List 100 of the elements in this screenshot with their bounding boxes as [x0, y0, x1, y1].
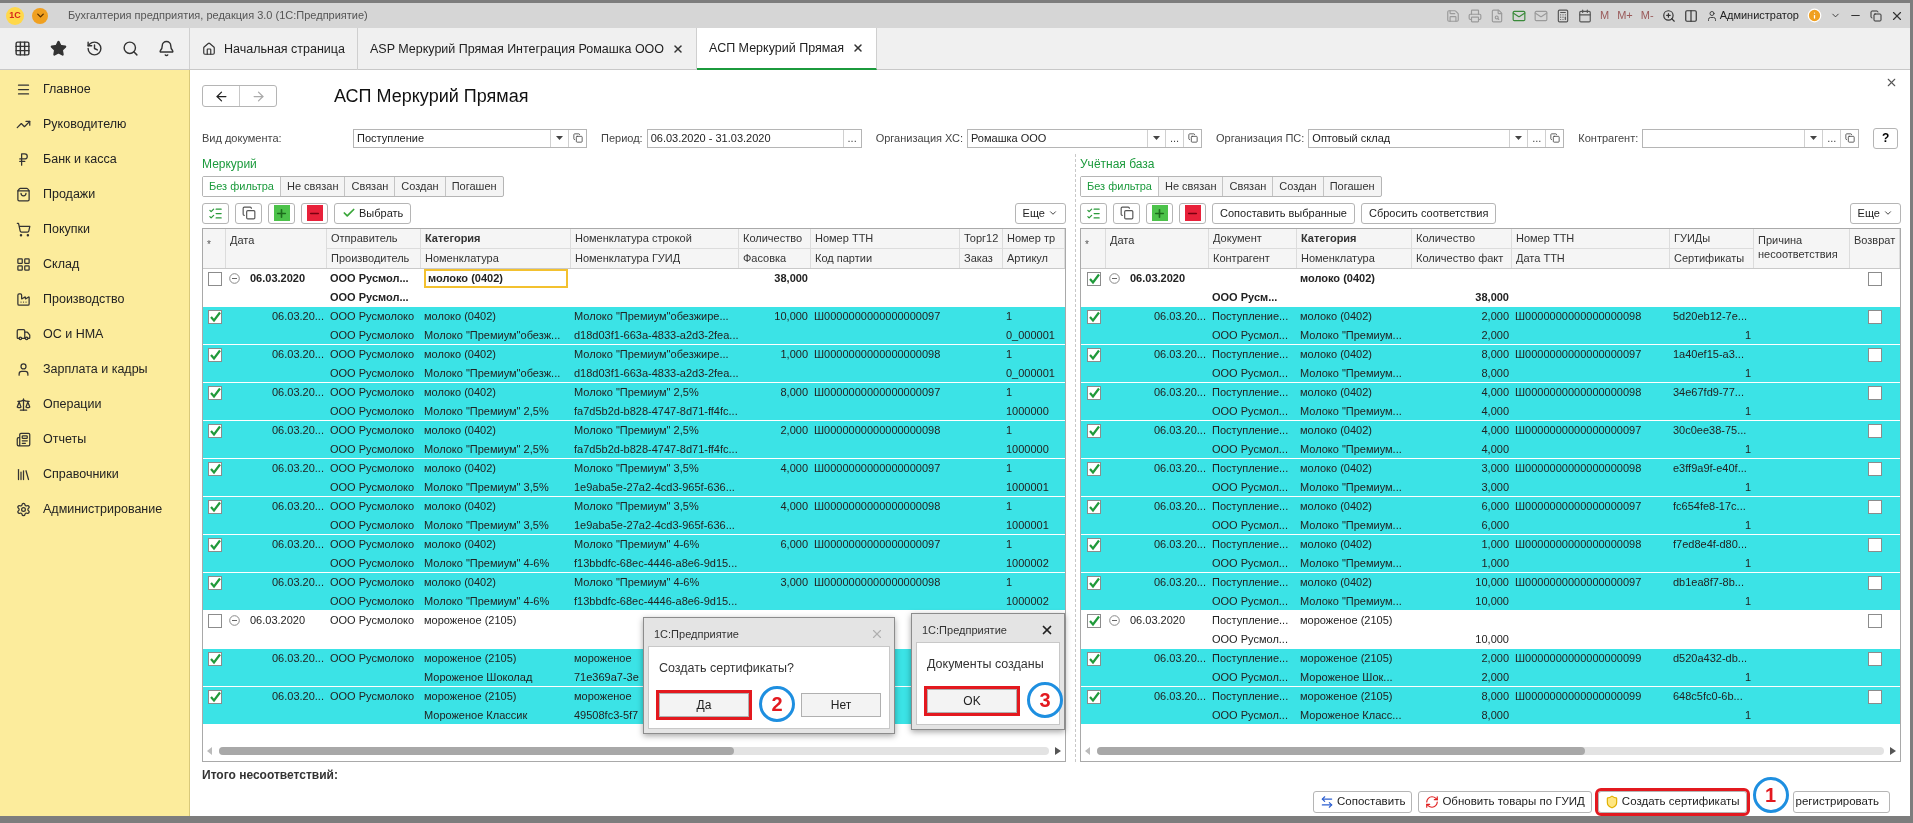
close-icon[interactable] — [672, 43, 685, 55]
memory-button[interactable]: M — [1600, 7, 1610, 24]
close-icon[interactable] — [1885, 76, 1898, 89]
column-header[interactable]: Номенклатура — [1301, 250, 1375, 267]
sidebar-item[interactable]: Справочники — [0, 457, 189, 492]
close-icon[interactable] — [1040, 623, 1054, 637]
sidebar-item[interactable]: Операции — [0, 387, 189, 422]
info-icon[interactable] — [1807, 8, 1822, 23]
sidebar-item[interactable]: ОС и НМА — [0, 317, 189, 352]
column-header[interactable]: ГУИДы — [1674, 230, 1711, 247]
input-field[interactable]: Оптовый склад ... — [1308, 128, 1565, 148]
toolbar-button[interactable]: Сопоставить выбранные — [1212, 202, 1355, 224]
column-header[interactable]: Дата — [1110, 233, 1204, 247]
restore-icon[interactable] — [1870, 9, 1882, 22]
mail-icon[interactable] — [1534, 8, 1549, 23]
open-icon[interactable] — [1183, 129, 1201, 147]
help-button[interactable]: ? — [1873, 127, 1898, 149]
checkbox[interactable] — [207, 538, 222, 552]
history-icon[interactable] — [85, 40, 103, 57]
column-header[interactable]: Торг12 — [964, 230, 999, 247]
action-button[interactable]: Сопоставить — [1313, 791, 1413, 813]
sidebar-item[interactable]: Производство — [0, 282, 189, 317]
dialog-button[interactable]: Нет — [801, 692, 881, 717]
add-button[interactable] — [1146, 202, 1173, 224]
copy-button[interactable] — [235, 202, 262, 224]
checkbox[interactable] — [1868, 690, 1882, 704]
checkbox[interactable] — [1868, 272, 1882, 286]
toolbar-button[interactable]: Сбросить соответствия — [1360, 202, 1497, 224]
sidebar-item[interactable]: Покупки — [0, 212, 189, 247]
checkbox[interactable] — [1868, 462, 1882, 476]
checkbox[interactable] — [1868, 348, 1882, 362]
checkbox[interactable] — [1868, 310, 1882, 324]
collapse-icon[interactable] — [229, 614, 240, 626]
close-icon[interactable] — [852, 42, 865, 54]
select-button[interactable]: ... — [1165, 129, 1183, 147]
checkbox[interactable] — [1868, 538, 1882, 552]
column-header[interactable]: Артикул — [1007, 250, 1048, 267]
column-header[interactable]: Сертификаты — [1674, 250, 1745, 267]
more-button[interactable]: Еще — [1849, 202, 1901, 224]
sidebar-item[interactable]: Администрирование — [0, 492, 189, 527]
checkbox[interactable] — [1868, 424, 1882, 438]
collapse-icon[interactable] — [229, 272, 240, 284]
sidebar-item[interactable]: Главное — [0, 72, 189, 107]
tab[interactable]: Начальная страница — [190, 28, 358, 70]
open-icon[interactable] — [568, 129, 586, 147]
checkbox[interactable] — [1086, 462, 1101, 476]
column-header[interactable]: Номер ТТН — [815, 230, 874, 247]
more-button[interactable]: Еще — [1014, 202, 1066, 224]
toolbar-button[interactable]: Выбрать — [334, 202, 412, 224]
column-header[interactable]: Документ — [1213, 230, 1262, 247]
checkbox[interactable] — [1086, 386, 1101, 400]
checkbox[interactable] — [1086, 500, 1101, 514]
column-header[interactable]: Количество — [743, 230, 803, 247]
column-header[interactable]: Заказ — [964, 250, 993, 267]
scroll-left-icon[interactable] — [207, 746, 213, 755]
user-name[interactable]: Администратор — [1719, 7, 1799, 24]
checkbox[interactable] — [207, 348, 222, 362]
column-header[interactable]: Дата — [230, 233, 322, 247]
checkbox[interactable] — [1086, 348, 1101, 362]
checkbox[interactable] — [207, 576, 222, 590]
checkbox[interactable] — [1086, 690, 1101, 704]
column-header[interactable]: Категория — [1301, 230, 1357, 247]
column-header[interactable]: Номер тр — [1007, 230, 1056, 247]
checkbox[interactable] — [1086, 614, 1101, 628]
checkbox[interactable] — [1868, 614, 1882, 628]
checkbox[interactable] — [207, 462, 222, 476]
checkbox[interactable] — [1086, 424, 1101, 438]
action-button[interactable]: регистрировать — [1792, 791, 1890, 813]
printer-icon[interactable] — [1468, 8, 1483, 23]
filter-tab[interactable]: Погашен — [445, 176, 503, 196]
scroll-left-icon[interactable] — [1085, 746, 1091, 755]
sidebar-item[interactable]: Отчеты — [0, 422, 189, 457]
select-button[interactable]: ... — [1822, 129, 1841, 147]
action-button[interactable]: Создать сертификаты — [1597, 791, 1747, 813]
input-field[interactable]: Поступление — [353, 128, 587, 148]
column-header[interactable]: Производитель — [331, 250, 410, 267]
sidebar-item[interactable]: Банк и касса — [0, 142, 189, 177]
column-header[interactable]: Категория — [425, 230, 481, 247]
select-button[interactable]: ... — [1527, 129, 1546, 147]
search-icon[interactable] — [122, 40, 140, 57]
check-all-button[interactable] — [1080, 202, 1107, 224]
panel-icon[interactable] — [1683, 8, 1698, 23]
tab[interactable]: АСП Меркурий Прямая — [697, 28, 878, 70]
checkbox[interactable] — [1086, 272, 1101, 286]
apps-icon[interactable] — [13, 40, 31, 57]
checkbox[interactable] — [207, 424, 222, 438]
checkbox[interactable] — [1868, 652, 1882, 666]
copy-button[interactable] — [1113, 202, 1140, 224]
bell-icon[interactable] — [158, 40, 176, 57]
checkbox[interactable] — [207, 652, 222, 666]
filter-tab[interactable]: Не связан — [280, 176, 346, 196]
column-header[interactable]: Фасовка — [743, 250, 787, 267]
filter-tab[interactable]: Создан — [1273, 176, 1324, 196]
column-header[interactable]: Отправитель — [331, 230, 398, 247]
check-all-button[interactable] — [202, 202, 229, 224]
checkbox[interactable] — [207, 614, 222, 628]
column-header[interactable]: Дата ТТН — [1516, 250, 1565, 267]
input-field[interactable]: ... — [1642, 128, 1860, 148]
column-header[interactable]: Номенклатура строкой — [575, 230, 692, 247]
column-header[interactable]: Код партии — [815, 250, 873, 267]
